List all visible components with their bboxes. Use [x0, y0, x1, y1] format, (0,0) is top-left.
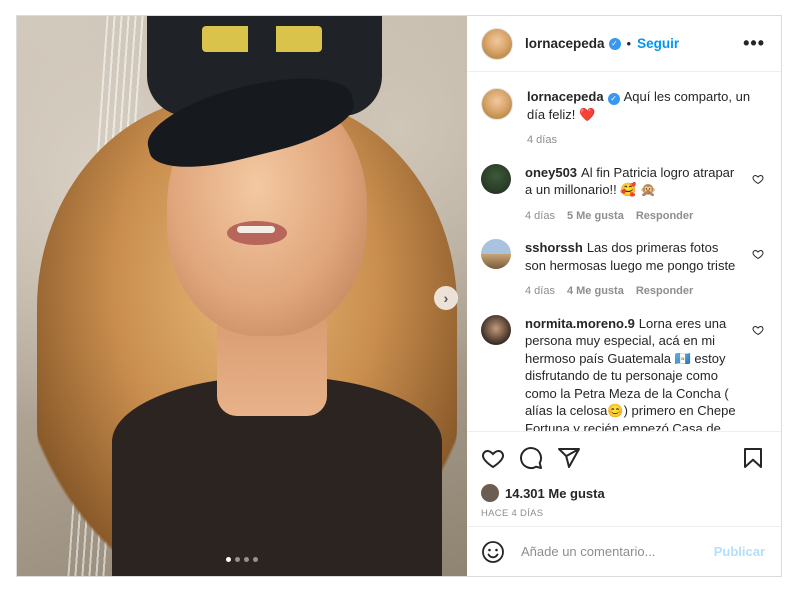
heart-icon[interactable] — [751, 324, 765, 336]
comment-username[interactable]: oney503 — [525, 165, 577, 180]
reply-button[interactable]: Responder — [636, 208, 693, 226]
carousel-dot-active — [226, 557, 231, 562]
comment-username[interactable]: sshorssh — [525, 240, 583, 255]
comment-username[interactable]: normita.moreno.9 — [525, 316, 635, 331]
author-username[interactable]: lornacepeda — [525, 36, 605, 51]
verified-badge-icon: ✓ — [608, 37, 621, 50]
comment-likes[interactable]: 5 Me gusta — [567, 208, 624, 226]
author-avatar[interactable] — [481, 27, 513, 60]
publish-button[interactable]: Publicar — [714, 544, 765, 559]
post-header: lornacepeda ✓ • Seguir ••• — [467, 16, 781, 72]
carousel-dot — [244, 557, 249, 562]
carousel-dot — [235, 557, 240, 562]
carousel-indicator — [17, 557, 467, 562]
reply-button[interactable]: Responder — [636, 283, 693, 301]
likes-count[interactable]: 14.301 Me gusta — [505, 486, 605, 501]
caption-username[interactable]: lornacepeda — [527, 89, 604, 104]
send-icon[interactable] — [557, 446, 581, 470]
carousel-dot — [253, 557, 258, 562]
verified-badge-icon: ✓ — [607, 92, 620, 105]
comment-item: oney503 Al fin Patricia logro atrapar a u… — [481, 163, 765, 226]
heart-icon[interactable] — [751, 248, 765, 260]
carousel-next-button[interactable]: › — [434, 286, 458, 310]
more-options-icon[interactable]: ••• — [743, 33, 765, 54]
liker-avatar — [481, 484, 499, 502]
follow-button[interactable]: Seguir — [637, 36, 679, 51]
comment-time[interactable]: 4 días — [525, 208, 555, 226]
commenter-avatar[interactable] — [481, 239, 511, 269]
comment-item: normita.moreno.9 Lorna eres una persona m… — [481, 314, 765, 432]
post-image[interactable]: › — [17, 16, 467, 576]
bookmark-icon[interactable] — [741, 446, 765, 470]
smile — [227, 221, 287, 245]
caption-time[interactable]: 4 días — [527, 132, 557, 150]
comment-time[interactable]: 4 días — [525, 283, 555, 301]
heart-icon[interactable] — [751, 173, 765, 185]
cap-logo — [202, 26, 322, 52]
caption: lornacepeda ✓ Aquí les comparto, un día fe… — [481, 88, 765, 150]
chevron-right-icon: › — [443, 290, 449, 306]
comment-likes[interactable]: 4 Me gusta — [567, 283, 624, 301]
smiley-icon[interactable] — [481, 540, 505, 564]
comment-input[interactable] — [519, 543, 714, 560]
post-sidebar: lornacepeda ✓ • Seguir ••• lornacepeda ✓ A… — [467, 16, 781, 576]
likes-summary[interactable]: 14.301 Me gusta — [467, 484, 781, 502]
comment-item: sshorssh Las dos primeras fotos son hermo… — [481, 239, 765, 301]
commenter-avatar[interactable] — [481, 314, 511, 345]
posted-time[interactable]: HACE 4 DÍAS — [467, 502, 781, 519]
comments-list[interactable]: lornacepeda ✓ Aquí les comparto, un día fe… — [467, 72, 781, 432]
heart-icon[interactable] — [481, 446, 505, 470]
teeth — [237, 226, 275, 233]
add-comment-bar: Publicar — [467, 526, 781, 576]
comment-text: Lorna eres una persona muy especial, acá… — [525, 315, 736, 432]
separator-dot: • — [626, 36, 632, 51]
comment-icon[interactable] — [519, 446, 543, 470]
commenter-avatar[interactable] — [481, 163, 511, 194]
instagram-post: › lornacepeda ✓ • Seguir ••• lornacepeda… — [16, 15, 782, 577]
action-bar — [467, 432, 781, 484]
caption-avatar[interactable] — [481, 88, 513, 120]
